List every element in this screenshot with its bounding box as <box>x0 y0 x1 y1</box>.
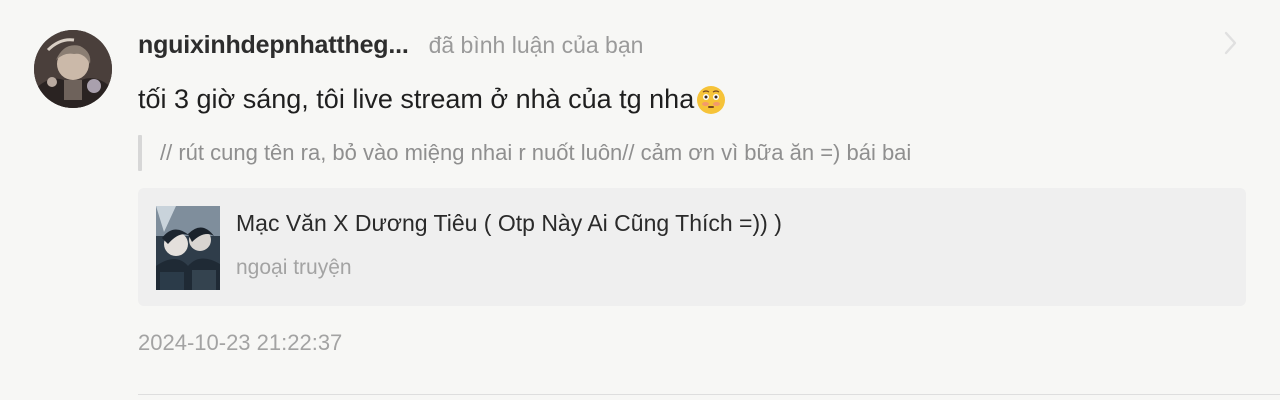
notification-header: nguixinhdepnhattheg... đã bình luận của … <box>138 28 643 62</box>
comment-text: tối 3 giờ sáng, tôi live stream ở nhà củ… <box>138 84 695 114</box>
divider <box>138 394 1280 395</box>
username-link[interactable]: nguixinhdepnhattheg... <box>138 31 409 60</box>
quoted-comment-text: // rút cung tên ra, bỏ vào miệng nhai r … <box>160 140 912 165</box>
linked-story-card[interactable]: Mạc Văn X Dương Tiêu ( Otp Này Ai Cũng T… <box>138 188 1246 306</box>
quoted-original-comment[interactable]: // rút cung tên ra, bỏ vào miệng nhai r … <box>138 134 911 172</box>
story-chapter-label: ngoại truyện <box>236 256 352 279</box>
user-avatar[interactable] <box>34 30 112 108</box>
quote-bar <box>138 135 142 171</box>
story-title: Mạc Văn X Dương Tiêu ( Otp Này Ai Cũng T… <box>236 210 782 236</box>
chevron-right-icon[interactable] <box>1218 30 1242 56</box>
comment-text-row: tối 3 giờ sáng, tôi live stream ở nhà củ… <box>138 84 726 115</box>
notification-action-text: đã bình luận của bạn <box>428 31 644 58</box>
flushed-face-emoji-icon <box>696 85 726 115</box>
story-cover-thumbnail <box>156 206 220 290</box>
notification-timestamp: 2024-10-23 21:22:37 <box>138 330 343 355</box>
